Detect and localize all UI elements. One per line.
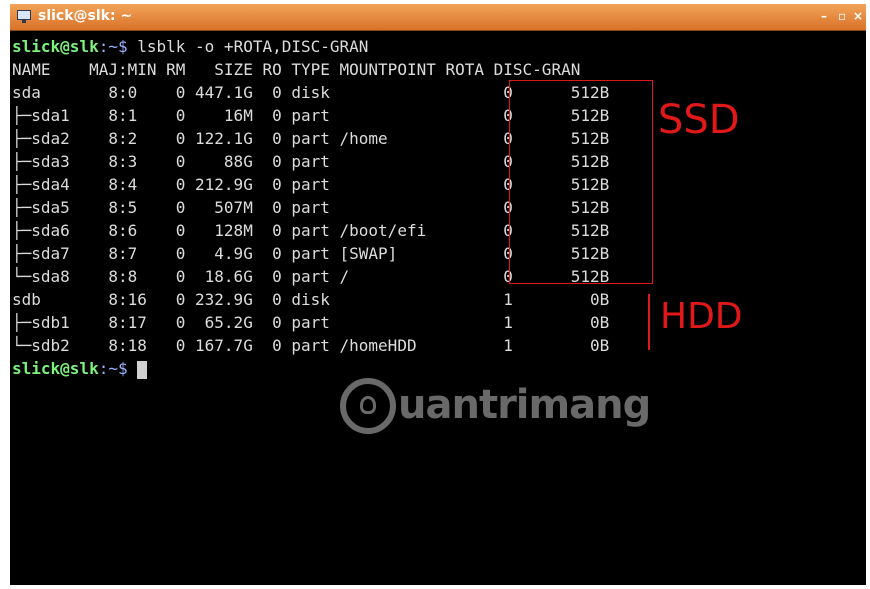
watermark-logo: uantrimang	[340, 372, 660, 452]
title-bar[interactable]: slick@slk: ~ – ▫ ×	[10, 4, 866, 31]
table-row: └─sdb2 8:18 0 167.7G 0 part /homeHDD 1 0…	[12, 336, 610, 355]
bulb-icon	[360, 396, 376, 414]
terminal-icon	[17, 10, 31, 23]
terminal-window: slick@slk: ~ – ▫ × slick@slk:~$ lsblk -o…	[10, 4, 866, 585]
ssd-highlight-box	[509, 80, 653, 284]
table-row: sdb 8:16 0 232.9G 0 disk 1 0B	[12, 290, 610, 309]
minimize-button[interactable]: –	[821, 9, 827, 23]
hdd-highlight-bracket	[648, 294, 650, 350]
maximize-button[interactable]: ▫	[838, 9, 846, 23]
command-line: slick@slk:~$ lsblk -o +ROTA,DISC-GRAN	[12, 35, 609, 58]
hdd-annotation: HDD	[660, 296, 743, 337]
ssd-annotation: SSD	[658, 97, 740, 143]
lightbulb-logo-icon	[340, 378, 396, 434]
prompt-path: :~$	[98, 359, 138, 378]
command-text: lsblk -o +ROTA,DISC-GRAN	[137, 37, 369, 56]
watermark-text: uantrimang	[398, 382, 651, 428]
close-button[interactable]: ×	[853, 9, 863, 23]
table-row: ├─sdb1 8:17 0 65.2G 0 part 1 0B	[12, 313, 610, 332]
prompt-user-host: slick@slk	[12, 359, 99, 378]
prompt-user-host: slick@slk	[12, 37, 99, 56]
text-cursor	[137, 360, 148, 379]
window-title: slick@slk: ~	[38, 8, 133, 24]
prompt-path: :~$	[98, 37, 138, 56]
table-header: NAME MAJ:MIN RM SIZE RO TYPE MOUNTPOINT …	[12, 60, 581, 79]
